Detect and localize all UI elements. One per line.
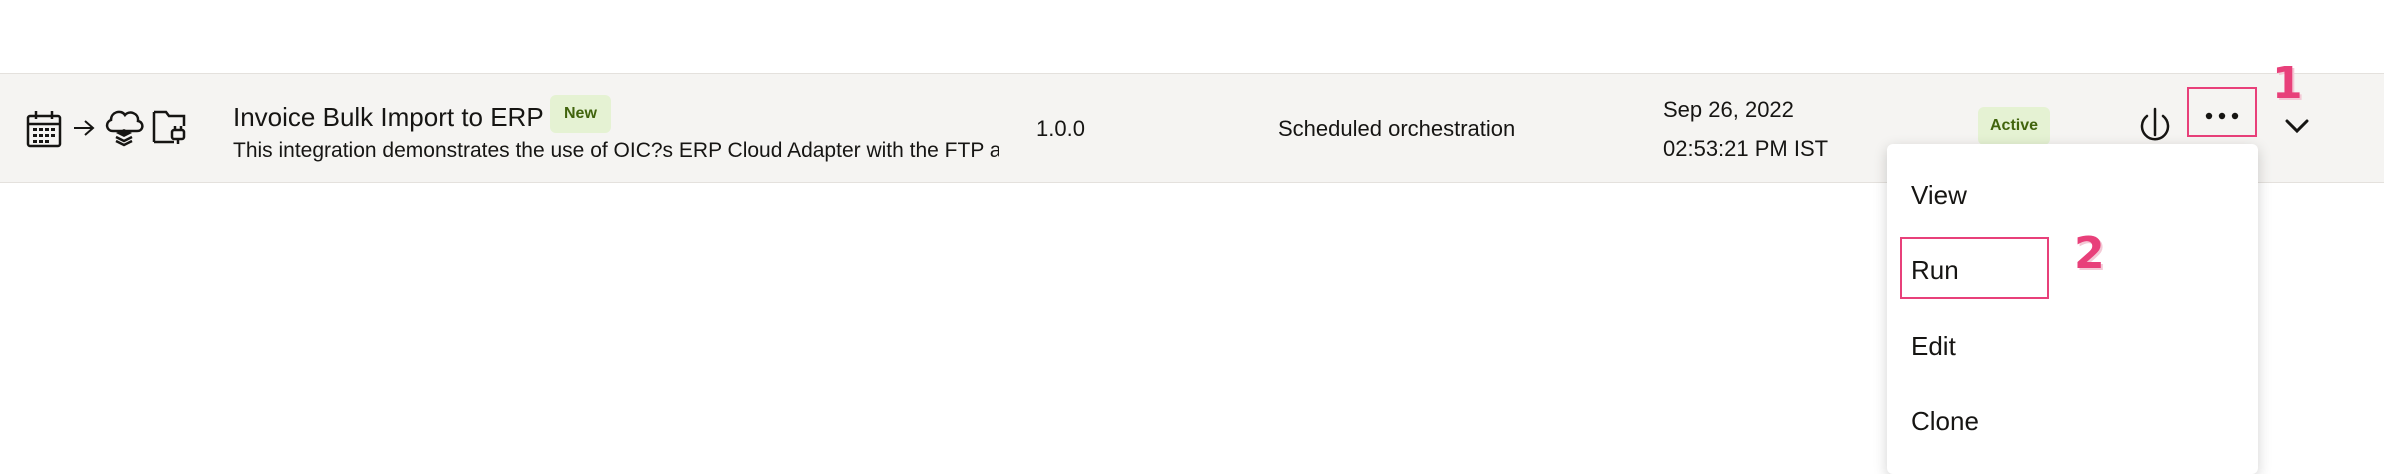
annotation-step-1: 1: [2272, 58, 2303, 109]
menu-item-edit[interactable]: Edit: [1911, 331, 1956, 362]
menu-item-view[interactable]: View: [1911, 180, 1967, 211]
integration-description: This integration demonstrates the use of…: [233, 139, 999, 162]
integration-style: Scheduled orchestration: [1278, 116, 1516, 141]
last-updated-date: Sep 26, 2022: [1663, 97, 1794, 122]
more-actions-button[interactable]: [2187, 87, 2257, 137]
arrow-right-icon: [73, 119, 95, 137]
integration-name[interactable]: Invoice Bulk Import to ERP: [233, 102, 544, 133]
version-value: 1.0.0: [1036, 116, 1085, 141]
annotation-step-2: 2: [2074, 228, 2105, 279]
calendar-icon: [26, 110, 62, 148]
folder-plug-icon: [152, 108, 188, 146]
status-badge: Active: [1978, 107, 2051, 145]
last-updated-time: 02:53:21 PM IST: [1663, 136, 1829, 161]
power-icon[interactable]: [2138, 105, 2172, 141]
menu-item-run[interactable]: Run: [1911, 255, 1959, 286]
more-actions-icon: [2204, 95, 2240, 129]
new-badge: New: [550, 95, 611, 133]
actions-menu: View Run Edit Clone: [1887, 144, 2258, 474]
chevron-down-icon[interactable]: [2285, 118, 2309, 134]
cloud-layers-icon: [103, 105, 145, 149]
menu-item-clone[interactable]: Clone: [1911, 406, 1979, 437]
